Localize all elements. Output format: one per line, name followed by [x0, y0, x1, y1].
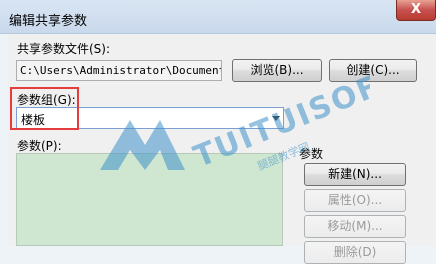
close-button[interactable]: X: [396, 0, 436, 21]
watermark-logo: TUITUISOFT 腿腿教学网: [100, 60, 370, 175]
parameters-label: 参数(P):: [17, 139, 62, 153]
delete-button[interactable]: 删除(D): [304, 241, 406, 264]
properties-button[interactable]: 属性(O)...: [304, 189, 406, 212]
watermark-mark: [100, 120, 185, 170]
title-bar: 编辑共享参数 X: [0, 0, 436, 34]
highlight-box: [10, 87, 79, 130]
move-button[interactable]: 移动(M)...: [304, 215, 406, 238]
window-title: 编辑共享参数: [9, 14, 88, 29]
